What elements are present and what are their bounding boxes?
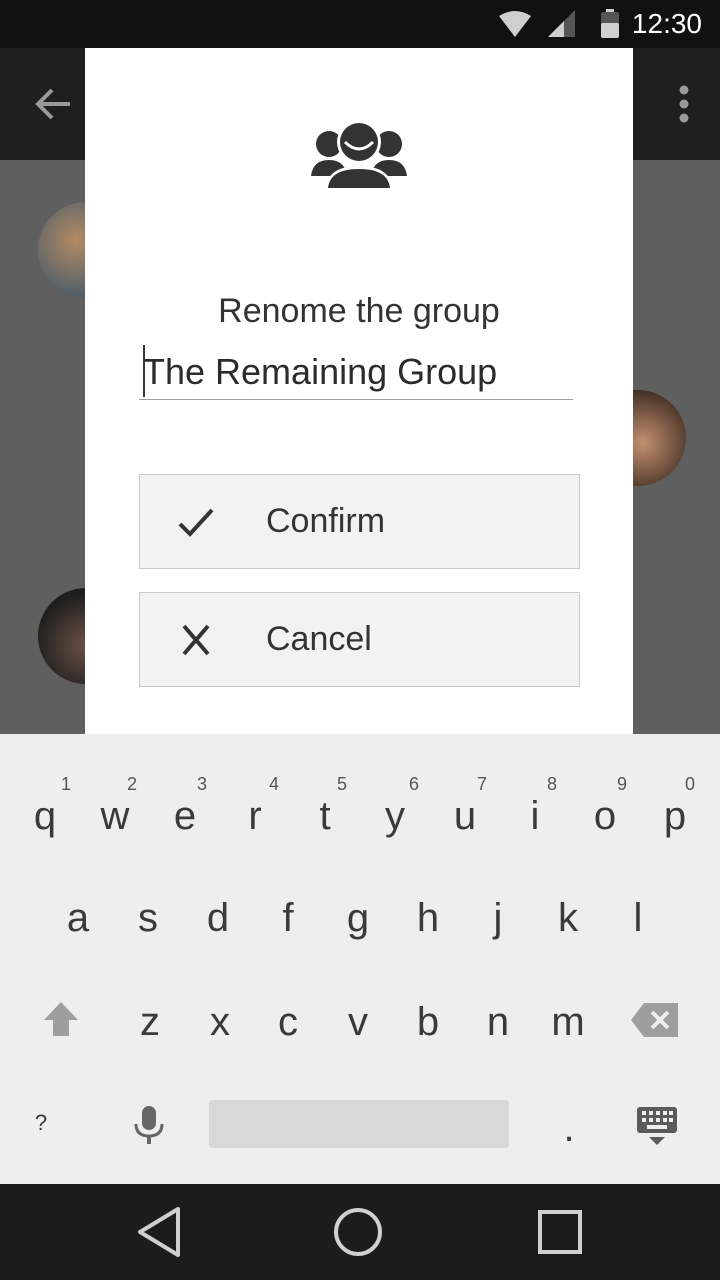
group-icon <box>311 120 407 190</box>
check-icon <box>178 508 214 537</box>
status-bar: 12:30 <box>0 0 720 48</box>
key-a[interactable]: a <box>43 896 113 941</box>
key-t[interactable]: t <box>290 794 360 839</box>
key-r[interactable]: r <box>220 794 290 839</box>
status-time: 12:30 <box>631 8 702 39</box>
symbols-key[interactable]: ? <box>6 1110 76 1136</box>
key-hint: 1 <box>60 774 71 794</box>
key-x[interactable]: x <box>185 1000 255 1045</box>
key-w[interactable]: w <box>80 794 150 839</box>
period-key[interactable]: . <box>534 1106 604 1151</box>
key-hint: 2 <box>126 774 137 794</box>
confirm-button[interactable]: Confirm <box>139 474 580 569</box>
key-hint: 7 <box>476 774 487 794</box>
key-hint: 4 <box>268 774 279 794</box>
key-l[interactable]: l <box>603 896 673 941</box>
key-f[interactable]: f <box>253 896 323 941</box>
navigation-bar <box>0 1184 720 1280</box>
key-hint: 6 <box>408 774 419 794</box>
cancel-button[interactable]: Cancel <box>139 592 580 687</box>
wifi-icon <box>499 11 531 37</box>
key-s[interactable]: s <box>113 896 183 941</box>
key-o[interactable]: o <box>570 794 640 839</box>
key-hint: 3 <box>196 774 207 794</box>
key-e[interactable]: e <box>150 794 220 839</box>
key-hint: 0 <box>684 774 695 794</box>
nav-home-icon[interactable] <box>332 1206 384 1258</box>
shift-icon[interactable] <box>42 1000 80 1040</box>
backspace-icon[interactable] <box>630 1002 680 1038</box>
text-cursor <box>143 345 145 397</box>
more-vert-icon[interactable] <box>678 84 690 124</box>
key-p[interactable]: p <box>640 794 710 839</box>
key-g[interactable]: g <box>323 896 393 941</box>
keyboard-hide-icon[interactable] <box>636 1106 678 1146</box>
dialog-title: Renome the group <box>218 292 500 330</box>
key-hint: 5 <box>336 774 347 794</box>
microphone-icon[interactable] <box>132 1104 166 1146</box>
spacebar[interactable] <box>209 1100 509 1148</box>
key-hint: 8 <box>546 774 557 794</box>
group-name-input[interactable]: The Remaining Group <box>139 345 573 400</box>
key-d[interactable]: d <box>183 896 253 941</box>
cancel-label: Cancel <box>266 620 372 658</box>
confirm-label: Confirm <box>266 502 386 540</box>
key-q[interactable]: q <box>10 794 80 839</box>
signal-icon <box>548 10 575 37</box>
key-z[interactable]: z <box>115 1000 185 1045</box>
close-icon <box>182 624 210 656</box>
nav-back-icon[interactable] <box>136 1206 184 1258</box>
key-h[interactable]: h <box>393 896 463 941</box>
rename-group-dialog: Renome the group The Remaining Group Con… <box>85 48 633 734</box>
key-c[interactable]: c <box>253 1000 323 1045</box>
key-j[interactable]: j <box>463 896 533 941</box>
group-name-value: The Remaining Group <box>143 351 498 392</box>
battery-icon <box>601 9 619 38</box>
nav-recents-icon[interactable] <box>537 1209 583 1255</box>
back-arrow-icon[interactable] <box>30 82 74 126</box>
key-hint: 9 <box>616 774 627 794</box>
key-k[interactable]: k <box>533 896 603 941</box>
key-n[interactable]: n <box>463 1000 533 1045</box>
soft-keyboard: 1 2 3 4 5 6 7 8 9 0 q w e r t y u i o p … <box>0 734 720 1184</box>
key-y[interactable]: y <box>360 794 430 839</box>
key-b[interactable]: b <box>393 1000 463 1045</box>
key-v[interactable]: v <box>323 1000 393 1045</box>
key-i[interactable]: i <box>500 794 570 839</box>
key-u[interactable]: u <box>430 794 500 839</box>
key-m[interactable]: m <box>533 1000 603 1045</box>
